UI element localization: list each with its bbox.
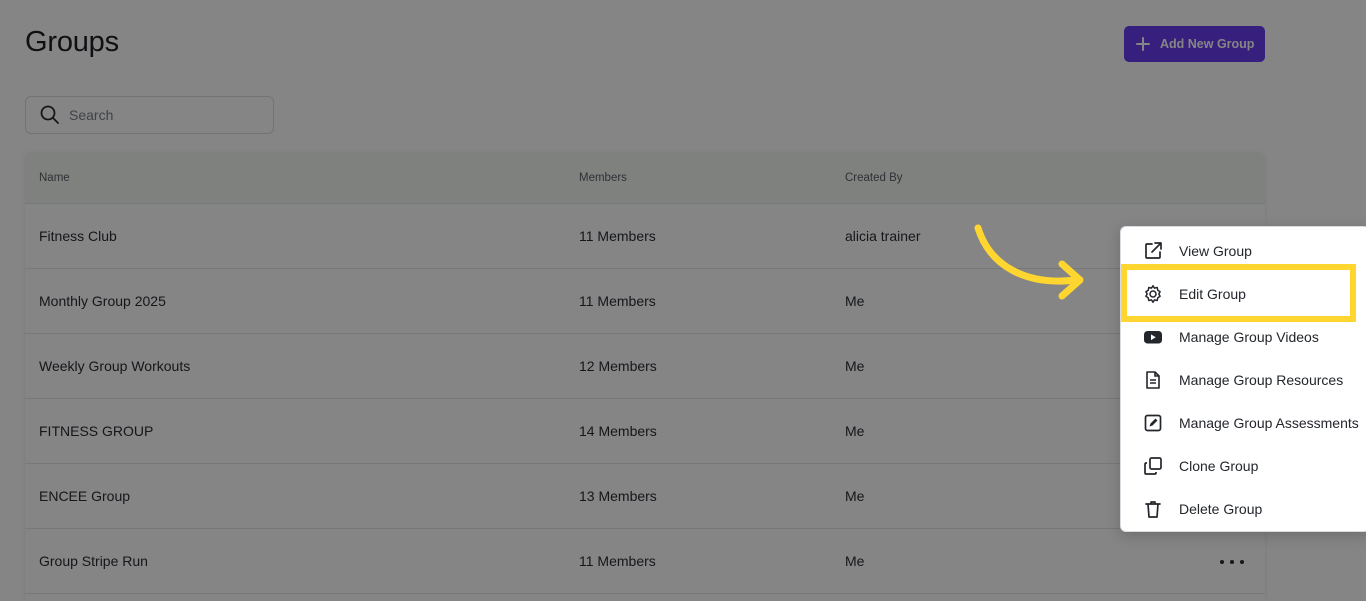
column-header-created-by[interactable]: Created By (845, 172, 903, 184)
groups-table: Name Members Created By Fitness Club 11 … (25, 153, 1265, 601)
group-members: 11 Members (579, 553, 656, 569)
group-members: 11 Members (579, 293, 656, 309)
add-new-group-button[interactable]: Add New Group (1124, 26, 1265, 62)
search-input[interactable] (69, 107, 249, 123)
group-members: 14 Members (579, 423, 657, 439)
group-members: 13 Members (579, 488, 657, 504)
menu-item-manage-group-resources[interactable]: Manage Group Resources (1121, 359, 1366, 401)
external-link-icon (1145, 242, 1162, 259)
group-name: Monthly Group 2025 (39, 293, 166, 309)
table-row[interactable]: Weekly Group Workouts 12 Members Me (25, 334, 1265, 399)
group-created-by: Me (845, 488, 865, 504)
search-icon (40, 105, 59, 124)
menu-item-label: Delete Group (1179, 501, 1263, 517)
table-row[interactable]: ENCEE Group 13 Members Me (25, 464, 1265, 529)
row-actions-button[interactable] (1220, 559, 1244, 565)
group-name: Group Stripe Run (39, 553, 148, 569)
trash-icon (1145, 501, 1161, 518)
menu-item-label: Edit Group (1179, 286, 1246, 302)
table-row[interactable]: Group Stripe Run 11 Members Me (25, 529, 1265, 594)
group-created-by: Me (845, 358, 865, 374)
youtube-icon (1144, 331, 1162, 344)
search-box[interactable] (25, 96, 274, 134)
table-header: Name Members Created By (25, 153, 1265, 204)
copy-icon (1144, 457, 1162, 475)
group-name: Fitness Club (39, 228, 117, 244)
gear-icon (1145, 285, 1161, 303)
menu-item-label: Manage Group Resources (1179, 372, 1344, 388)
add-new-group-label: Add New Group (1160, 37, 1255, 51)
menu-item-delete-group[interactable]: Delete Group (1121, 488, 1366, 530)
menu-item-manage-group-assessments[interactable]: Manage Group Assessments (1121, 402, 1366, 444)
menu-item-manage-group-videos[interactable]: Manage Group Videos (1121, 316, 1366, 358)
menu-item-label: View Group (1179, 243, 1252, 259)
group-created-by: alicia trainer (845, 228, 921, 244)
group-created-by: Me (845, 423, 865, 439)
document-icon (1146, 371, 1160, 389)
group-created-by: Me (845, 293, 865, 309)
edit-square-icon (1144, 414, 1162, 432)
pointer-arrow-icon (974, 224, 1084, 300)
group-actions-menu: View Group Edit Group Manage Group Video… (1120, 226, 1366, 532)
menu-item-view-group[interactable]: View Group (1121, 230, 1366, 272)
group-name: Weekly Group Workouts (39, 358, 191, 374)
group-created-by: Me (845, 553, 865, 569)
menu-item-edit-group[interactable]: Edit Group (1121, 273, 1366, 315)
menu-item-label: Manage Group Assessments (1179, 415, 1359, 431)
page-title: Groups (25, 26, 119, 58)
menu-item-clone-group[interactable]: Clone Group (1121, 445, 1366, 487)
group-name: ENCEE Group (39, 488, 131, 504)
group-members: 11 Members (579, 228, 656, 244)
group-members: 12 Members (579, 358, 657, 374)
group-name: FITNESS GROUP (39, 423, 154, 439)
menu-item-label: Clone Group (1179, 458, 1259, 474)
column-header-name[interactable]: Name (39, 172, 70, 184)
plus-icon (1136, 37, 1150, 51)
column-header-members[interactable]: Members (579, 172, 627, 184)
table-row[interactable]: FITNESS GROUP 14 Members Me (25, 399, 1265, 464)
menu-item-label: Manage Group Videos (1179, 329, 1319, 345)
